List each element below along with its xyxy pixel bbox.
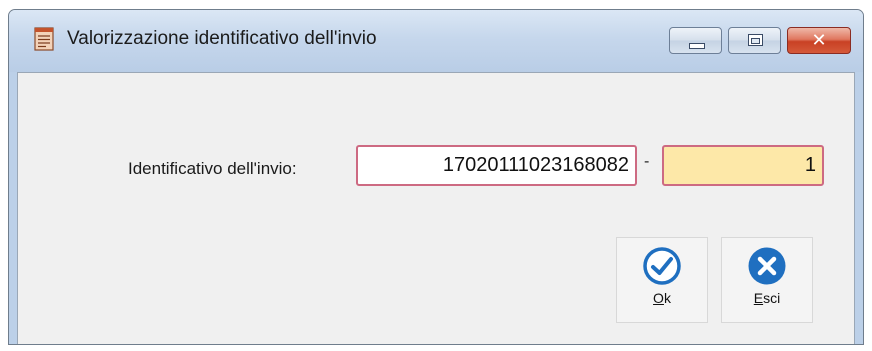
minimize-button[interactable] (669, 27, 722, 54)
ok-button-label: Ok (653, 290, 671, 306)
window-title: Valorizzazione identificativo dell'invio (67, 28, 377, 49)
progressivo-value: 1 (804, 154, 816, 176)
identificativo-input[interactable]: 17020111023168082 (356, 145, 637, 186)
ok-button[interactable]: Ok (616, 237, 708, 323)
dialog-body: Identificativo dell'invio: 1702011102316… (17, 72, 855, 344)
minimize-icon (689, 43, 705, 49)
identificativo-label: Identificativo dell'invio: (128, 159, 297, 178)
progressivo-input[interactable]: 1 (662, 145, 824, 186)
esci-button-label: Esci (753, 290, 781, 306)
esci-button[interactable]: Esci (721, 237, 813, 323)
x-circle-icon (748, 247, 786, 285)
identificativo-value: 17020111023168082 (442, 154, 629, 176)
title-bar[interactable]: Valorizzazione identificativo dell'invio… (9, 10, 863, 72)
maximize-icon (748, 34, 763, 46)
close-window-button[interactable]: ✕ (787, 27, 851, 54)
checkmark-circle-icon (643, 247, 681, 285)
dialog-window: Valorizzazione identificativo dell'invio… (8, 9, 864, 345)
app-document-icon (34, 27, 54, 51)
close-icon: ✕ (811, 29, 827, 51)
field-separator: - (644, 153, 650, 170)
maximize-button[interactable] (728, 27, 781, 54)
